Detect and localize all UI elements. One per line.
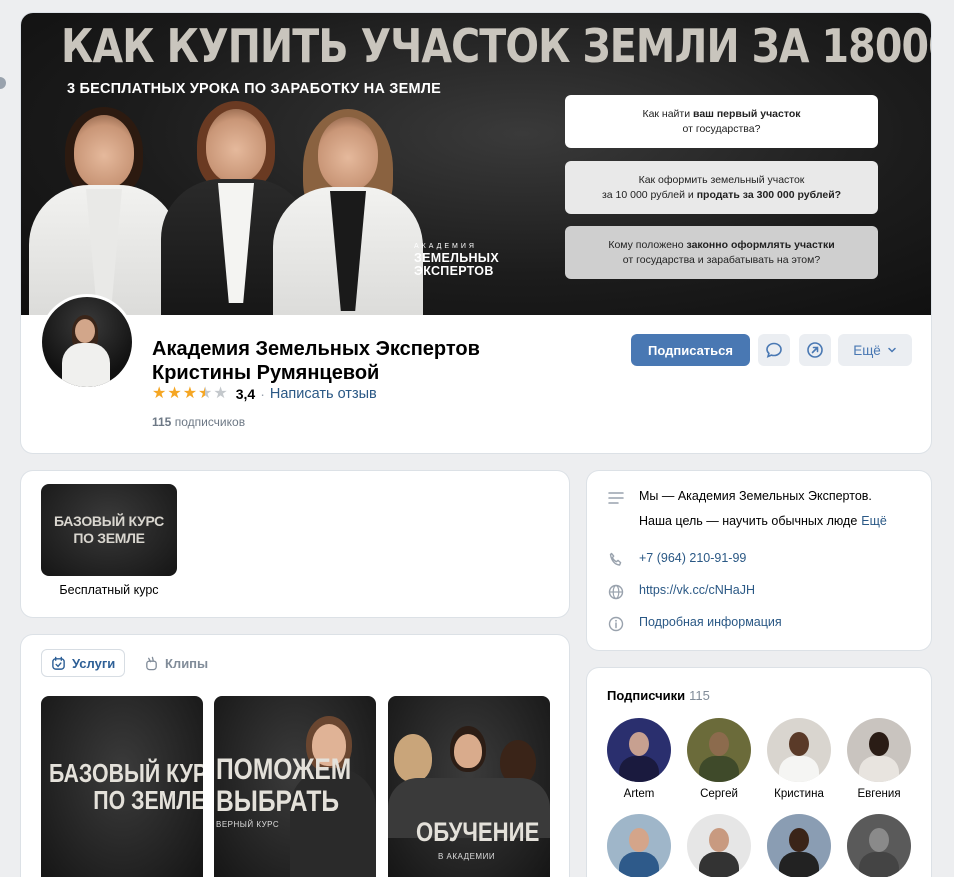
more-button[interactable]: Ещё [838,334,912,366]
avatar [767,718,831,782]
description-line-2: Наша цель — научить обычных люде [639,514,858,528]
cover-person-1 [29,107,179,315]
service-2-title-line1: ПОМОЖЕМ [216,753,352,786]
avatar [607,814,671,877]
avatar [767,814,831,877]
star-icon: ★ [167,385,182,402]
details-link[interactable]: Подробная информация [639,615,782,629]
message-button[interactable] [758,334,790,366]
avatar [687,718,751,782]
globe-icon [607,583,625,601]
course-caption[interactable]: Бесплатный курс [41,583,177,597]
details-row: Подробная информация [607,615,782,633]
service-2-title-line2: ВЫБРАТЬ [216,784,340,818]
cover-question-2: Как оформить земельный участок за 10 000… [565,161,878,214]
description-more-link[interactable]: Ещё [861,514,887,528]
subscribe-button[interactable]: Подписаться [631,334,750,366]
star-half-icon: ★ [198,385,213,402]
subscriber-name: Евгения [857,788,901,800]
tab-services[interactable]: Услуги [41,649,126,677]
subscriber-name: Сергей [700,788,738,800]
group-name: Академия Земельных Экспертов Кристины Ру… [152,338,480,384]
share-button[interactable] [799,334,831,366]
subscriber-item[interactable]: Artem [601,718,677,800]
courses-card: БАЗОВЫЙ КУРС ПО ЗЕМЛЕ Бесплатный курс [21,471,569,617]
subscribers-count[interactable]: 115 подписчиков [152,415,245,429]
avatar [607,718,671,782]
subscriber-item[interactable]: Евгения [841,718,917,800]
info-icon [607,615,625,633]
tab-clips[interactable]: Клипы [135,649,217,677]
service-3-subtitle: В АКАДЕМИИ [438,852,496,861]
cover-question-3: Кому положено законно оформлять участки … [565,226,878,279]
rating-value: 3,4 [235,386,256,402]
description-icon [607,489,625,507]
cover-subtitle: 3 БЕСПЛАТНЫХ УРОКА ПО ЗАРАБОТКУ НА ЗЕМЛЕ [67,81,441,97]
clips-icon [146,656,157,670]
group-avatar[interactable] [39,294,135,390]
website-link[interactable]: https://vk.cc/cNHaJH [639,583,755,597]
star-empty-icon: ★ [213,385,228,402]
subscriber-item[interactable] [601,814,677,877]
tab-clips-label: Клипы [165,655,209,671]
group-header-card: КАК КУПИТЬ УЧАСТОК ЗЕМЛИ ЗА 18000 РУБ? 3… [21,13,931,453]
description-row: Мы — Академия Земельных Экспертов. Наша … [607,489,887,528]
share-icon [807,342,823,358]
services-card: Услуги Клипы БАЗОВЫЙ КУРС ПО ЗЕМЛЕ ПОМОЖ… [21,635,569,877]
write-review-link[interactable]: Написать отзыв [270,386,377,402]
subscriber-item[interactable]: Кристина [761,718,837,800]
tab-services-label: Услуги [72,655,116,671]
cover-question-1: Как найти ваш первый участок от государс… [565,95,878,148]
service-1-title-line1: БАЗОВЫЙ КУРС [49,758,203,788]
academy-logo: АКАДЕМИЯ ЗЕМЕЛЬНЫХ ЭКСПЕРТОВ [414,243,499,279]
subscriber-item[interactable] [761,814,837,877]
rating-row: ★ ★ ★ ★ ★ 3,4 · Написать отзыв [152,386,377,403]
info-card: Мы — Академия Земельных Экспертов. Наша … [587,471,931,650]
description-line-1: Мы — Академия Земельных Экспертов. [639,489,872,503]
service-tile-2[interactable]: ПОМОЖЕМ ВЫБРАТЬ ВЕРНЫЙ КУРС [214,696,376,877]
subscriber-item[interactable] [841,814,917,877]
side-indicator [0,77,6,89]
service-tile-3[interactable]: ОБУЧЕНИЕ В АКАДЕМИИ [388,696,550,877]
cover-title: КАК КУПИТЬ УЧАСТОК ЗЕМЛИ ЗА 18000 РУБ? [61,19,931,73]
website-row: https://vk.cc/cNHaJH [607,583,755,601]
course-thumbnail[interactable]: БАЗОВЫЙ КУРС ПО ЗЕМЛЕ [41,484,177,576]
service-3-title: ОБУЧЕНИЕ [416,817,540,847]
service-1-title-line2: ПО ЗЕМЛЕ [93,785,203,816]
star-icon: ★ [182,385,198,402]
cover-image: КАК КУПИТЬ УЧАСТОК ЗЕМЛИ ЗА 18000 РУБ? 3… [21,13,931,315]
service-tile-1[interactable]: БАЗОВЫЙ КУРС ПО ЗЕМЛЕ [41,696,203,877]
subscriber-name: Artem [623,788,655,800]
avatar [847,814,911,877]
subscribers-title[interactable]: Подписчики 115 [607,688,710,703]
avatar [847,718,911,782]
avatar [687,814,751,877]
cover-person-3 [273,109,423,315]
subscriber-item[interactable] [681,814,757,877]
phone-row: +7 (964) 210-91-99 [607,551,746,569]
phone-link[interactable]: +7 (964) 210-91-99 [639,551,746,565]
star-icon: ★ [152,385,167,402]
more-label: Ещё [853,342,881,358]
subscriber-name: Кристина [774,788,824,800]
service-2-subtitle: ВЕРНЫЙ КУРС [216,820,280,829]
rating-stars: ★ ★ ★ ★ ★ [152,386,228,402]
subscriber-item[interactable]: Сергей [681,718,757,800]
calendar-check-icon [52,656,65,670]
phone-icon [607,551,625,569]
chevron-down-icon [888,347,896,353]
separator-dot: · [260,386,265,402]
message-icon [766,342,782,358]
subscribers-card: Подписчики 115 Artem Сергей Кристина Евге… [587,668,931,877]
